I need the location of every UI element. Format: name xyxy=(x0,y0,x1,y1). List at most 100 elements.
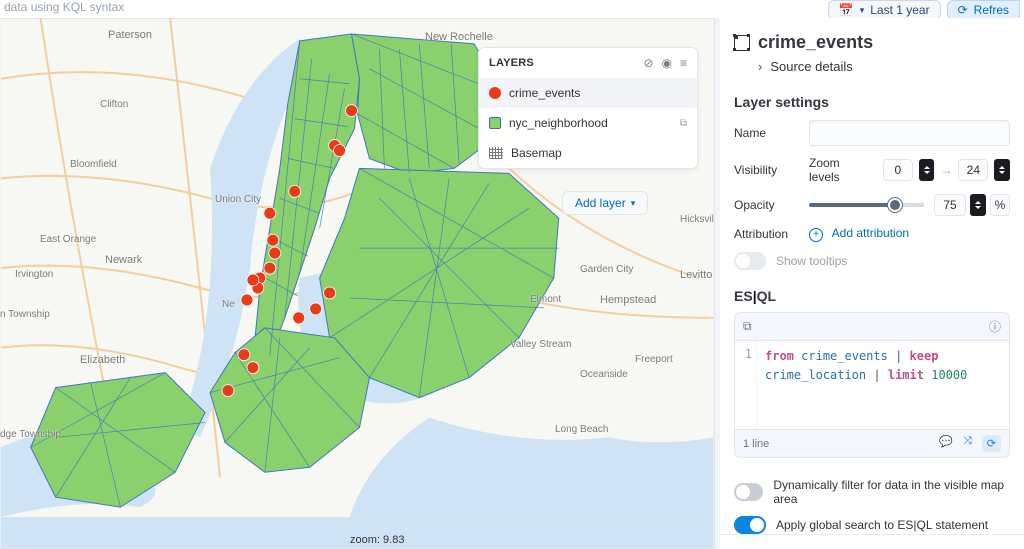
zoom-min-stepper[interactable] xyxy=(919,159,935,181)
show-tooltips-toggle[interactable] xyxy=(734,252,766,270)
crime-event-dot[interactable] xyxy=(346,105,358,117)
layers-panel: LAYERS ⊘ ◉ ≡ crime_events nyc_neighborhoo… xyxy=(478,47,698,169)
layer-label: nyc_neighborhood xyxy=(509,116,608,130)
topbar-right: 📅 ▾ Last 1 year ⟳ Refres xyxy=(828,0,1020,20)
menu-icon[interactable]: ≡ xyxy=(680,56,687,70)
zoom-levels-label: Zoom levels xyxy=(809,156,873,184)
crime-event-dot[interactable] xyxy=(269,247,281,259)
layer-swatch-icon xyxy=(489,87,501,99)
name-row: Name xyxy=(734,120,1010,146)
opacity-row: Opacity 75 % xyxy=(734,194,1010,216)
arrow-right-icon: → xyxy=(940,163,952,177)
esql-editor: ⧉ ⓘ 1 from crime_events | keep crime_loc… xyxy=(734,312,1010,458)
crime-event-dot[interactable] xyxy=(264,207,276,219)
layer-swatch-icon xyxy=(489,147,503,159)
esql-heading: ES|QL xyxy=(734,288,1010,304)
attribution-row: Attribution + Add attribution xyxy=(734,226,1010,242)
add-attribution-link[interactable]: + Add attribution xyxy=(809,226,909,242)
dynamic-filter-label: Dynamically filter for data in the visib… xyxy=(773,478,1010,506)
dynamic-filter-toggle[interactable] xyxy=(734,483,763,501)
crime-event-dot[interactable] xyxy=(247,362,259,374)
opacity-unit: % xyxy=(990,194,1010,216)
crime-event-dot[interactable] xyxy=(334,145,346,157)
show-tooltips-label: Show tooltips xyxy=(776,254,847,268)
refresh-button[interactable]: ⟳ Refres xyxy=(947,0,1020,20)
refresh-icon: ⟳ xyxy=(958,3,968,17)
crime-event-dot[interactable] xyxy=(241,294,253,306)
layer-row[interactable]: Basemap xyxy=(479,138,697,168)
crime-event-dot[interactable] xyxy=(310,303,322,315)
opacity-value[interactable]: 75 xyxy=(934,194,966,216)
layer-settings-heading: Layer settings xyxy=(734,94,1010,110)
eye-icon[interactable]: ◉ xyxy=(662,56,672,70)
layer-label: crime_events xyxy=(509,86,580,100)
opacity-stepper[interactable] xyxy=(970,194,986,216)
crime-event-dot[interactable] xyxy=(293,312,305,324)
visibility-label: Visibility xyxy=(734,163,809,177)
crime-event-dot[interactable] xyxy=(324,287,336,299)
add-attribution-label: Add attribution xyxy=(832,226,909,240)
layer-title-row: crime_events xyxy=(734,32,1010,53)
info-icon[interactable]: ⓘ xyxy=(989,318,1001,335)
chevron-down-icon: ▾ xyxy=(860,5,865,16)
source-details-toggle[interactable]: › Source details xyxy=(758,59,1010,74)
history-icon[interactable]: ⧉ xyxy=(743,319,752,334)
name-input[interactable] xyxy=(809,120,1010,146)
kql-hint: data using KQL syntax xyxy=(4,0,828,14)
zoom-indicator: zoom: 9.83 xyxy=(350,534,404,546)
layer-row[interactable]: crime_events xyxy=(479,78,697,108)
zoom-max-value[interactable]: 24 xyxy=(958,159,988,181)
zoom-min-value[interactable]: 0 xyxy=(883,159,913,181)
editor-footer: 1 line 💬 ⤨ ⟳ xyxy=(735,429,1009,457)
apply-global-row: Apply global search to ES|QL statement xyxy=(734,516,1010,534)
inspect-icon[interactable]: ⤨ xyxy=(963,435,972,452)
apply-global-label: Apply global search to ES|QL statement xyxy=(776,518,988,532)
editor-gutter: 1 xyxy=(735,341,757,429)
bounding-box-icon xyxy=(734,35,750,51)
dynamic-filter-row: Dynamically filter for data in the visib… xyxy=(734,478,1010,506)
add-layer-button[interactable]: Add layer ▾ xyxy=(562,191,648,215)
layers-header: LAYERS ⊘ ◉ ≡ xyxy=(479,48,697,78)
crime-event-dot[interactable] xyxy=(289,185,301,197)
zoom-label: zoom: xyxy=(350,534,380,546)
crime-event-dot[interactable] xyxy=(247,274,259,286)
add-layer-label: Add layer xyxy=(575,196,626,210)
eye-off-icon[interactable]: ⊘ xyxy=(643,56,653,70)
show-tooltips-row: Show tooltips xyxy=(734,252,1010,270)
crime-event-dot[interactable] xyxy=(222,385,234,397)
apply-global-toggle[interactable] xyxy=(734,516,766,534)
side-footer xyxy=(720,534,1024,549)
editor-line-count: 1 line xyxy=(743,438,769,450)
plus-circle-icon: + xyxy=(809,228,823,242)
zoom-value: 9.83 xyxy=(383,534,404,546)
crime-event-dot[interactable] xyxy=(238,349,250,361)
editor-code[interactable]: from crime_events | keep crime_location … xyxy=(757,341,1009,429)
map-canvas[interactable]: PatersonCliftonBloomfieldUnion CityEast … xyxy=(0,18,715,549)
opacity-slider[interactable] xyxy=(809,203,924,207)
source-details-label: Source details xyxy=(770,59,852,74)
date-range-button[interactable]: 📅 ▾ Last 1 year xyxy=(828,0,941,20)
layer-title: crime_events xyxy=(758,32,873,53)
top-bar: data using KQL syntax 📅 ▾ Last 1 year ⟳ … xyxy=(0,0,1024,18)
chevron-right-icon: › xyxy=(758,59,762,74)
layer-row[interactable]: nyc_neighborhood ⧉ xyxy=(479,108,697,138)
side-panel: crime_events › Source details Layer sett… xyxy=(715,18,1024,549)
visibility-row: Visibility Zoom levels 0 → 24 xyxy=(734,156,1010,184)
chevron-down-icon: ▾ xyxy=(631,198,636,209)
zoom-max-stepper[interactable] xyxy=(994,159,1010,181)
refresh-label: Refres xyxy=(974,3,1009,17)
attribution-label: Attribution xyxy=(734,227,809,241)
date-range-label: Last 1 year xyxy=(870,3,929,17)
run-icon[interactable]: ⟳ xyxy=(982,435,1001,452)
crime-event-dot[interactable] xyxy=(267,234,279,246)
name-label: Name xyxy=(734,126,809,140)
feedback-icon[interactable]: 💬 xyxy=(939,435,953,452)
layers-title: LAYERS xyxy=(489,57,534,69)
calendar-icon: 📅 xyxy=(839,3,854,17)
opacity-label: Opacity xyxy=(734,198,809,212)
layers-header-icons: ⊘ ◉ ≡ xyxy=(643,56,687,70)
editor-toolbar: ⧉ ⓘ xyxy=(735,313,1009,341)
link-icon: ⧉ xyxy=(680,118,687,129)
crime-event-dot[interactable] xyxy=(264,262,276,274)
editor-body[interactable]: 1 from crime_events | keep crime_locatio… xyxy=(735,341,1009,429)
